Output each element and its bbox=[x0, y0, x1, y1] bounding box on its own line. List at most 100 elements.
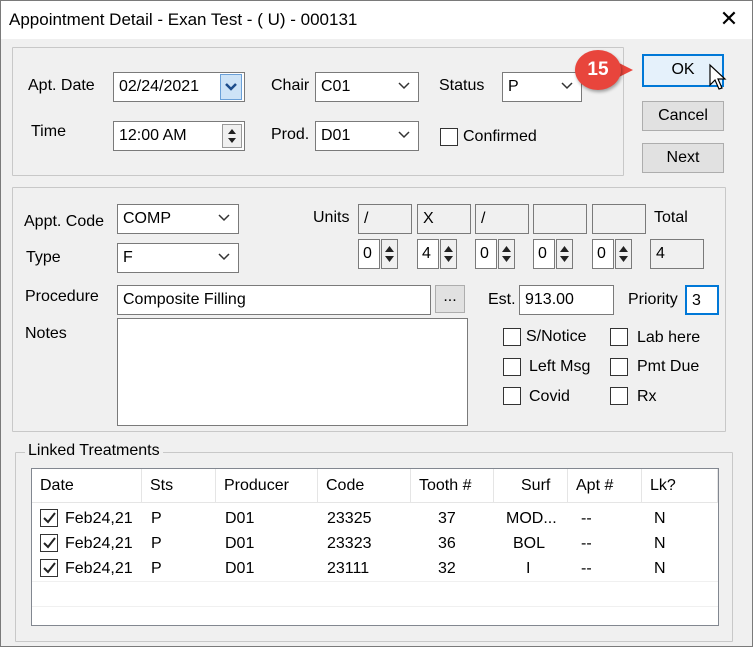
column-header-code[interactable]: Code bbox=[318, 469, 411, 503]
cell-code: 23111 bbox=[327, 560, 370, 577]
time-spin-field[interactable]: 12:00 AM bbox=[113, 121, 245, 151]
unit-value-1[interactable]: 0 bbox=[358, 239, 380, 269]
unit-header-1: / bbox=[358, 204, 412, 234]
chair-select[interactable]: C01 bbox=[315, 72, 419, 102]
total-label: Total bbox=[654, 209, 688, 226]
status-value: P bbox=[508, 78, 519, 95]
cell-surf: MOD... bbox=[506, 510, 557, 527]
column-header-sts[interactable]: Sts bbox=[142, 469, 216, 503]
pmt-due-checkbox[interactable] bbox=[610, 358, 628, 376]
status-select[interactable]: P bbox=[502, 72, 582, 102]
type-label: Type bbox=[26, 249, 61, 266]
notes-label: Notes bbox=[25, 325, 67, 342]
procedure-label: Procedure bbox=[25, 288, 99, 305]
close-icon[interactable]: ✕ bbox=[713, 5, 745, 35]
covid-checkbox[interactable] bbox=[503, 387, 521, 405]
unit-value-2[interactable]: 4 bbox=[417, 239, 439, 269]
s-notice-checkbox[interactable] bbox=[503, 328, 521, 346]
units-label: Units bbox=[313, 209, 350, 226]
column-header-surf[interactable]: Surf bbox=[494, 469, 568, 503]
unit-header-3: / bbox=[475, 204, 529, 234]
spin-arrows-icon[interactable] bbox=[440, 239, 457, 269]
producer-select[interactable]: D01 bbox=[315, 121, 419, 151]
notes-textarea[interactable] bbox=[117, 318, 468, 426]
next-button[interactable]: Next bbox=[642, 143, 724, 173]
cell-lk: N bbox=[654, 535, 666, 552]
apt-date-picker[interactable]: 02/24/2021 bbox=[113, 72, 245, 102]
chevron-down-icon bbox=[214, 206, 236, 232]
lab-here-checkbox[interactable] bbox=[610, 328, 628, 346]
column-header-lk[interactable]: Lk? bbox=[642, 469, 718, 503]
spin-arrows-icon[interactable] bbox=[615, 239, 632, 269]
status-label: Status bbox=[439, 77, 485, 94]
time-value: 12:00 AM bbox=[119, 127, 187, 144]
appt-code-label: Appt. Code bbox=[24, 213, 105, 230]
cell-surf: I bbox=[526, 560, 531, 577]
cell-tooth: 37 bbox=[438, 510, 456, 527]
column-header-tooth[interactable]: Tooth # bbox=[411, 469, 494, 503]
cell-producer: D01 bbox=[225, 560, 255, 577]
row-checkbox[interactable] bbox=[40, 534, 58, 552]
chevron-down-icon bbox=[214, 245, 236, 271]
column-header-apt[interactable]: Apt # bbox=[568, 469, 642, 503]
type-value: F bbox=[123, 249, 133, 266]
date-dropdown-button[interactable] bbox=[220, 74, 242, 100]
cell-lk: N bbox=[654, 560, 666, 577]
unit-header-5 bbox=[592, 204, 646, 234]
appointment-header-group bbox=[12, 47, 624, 176]
check-icon bbox=[43, 512, 56, 524]
units-total-value: 4 bbox=[650, 239, 704, 269]
mouse-cursor-icon bbox=[709, 63, 727, 90]
unit-value-5[interactable]: 0 bbox=[592, 239, 614, 269]
s-notice-label: S/Notice bbox=[526, 328, 587, 345]
cancel-button[interactable]: Cancel bbox=[642, 101, 724, 131]
row-checkbox[interactable] bbox=[40, 509, 58, 527]
cell-apt: -- bbox=[581, 510, 592, 527]
cell-date: Feb24,21 bbox=[65, 535, 133, 552]
column-header-date[interactable]: Date bbox=[32, 469, 142, 503]
priority-value: 3 bbox=[692, 292, 701, 309]
type-select[interactable]: F bbox=[117, 243, 239, 273]
priority-field[interactable]: 3 bbox=[685, 285, 719, 315]
check-icon bbox=[43, 537, 56, 549]
spin-arrows-icon[interactable] bbox=[556, 239, 573, 269]
column-header-producer[interactable]: Producer bbox=[216, 469, 318, 503]
empty-row bbox=[32, 606, 718, 625]
time-label: Time bbox=[31, 123, 66, 140]
producer-value: D01 bbox=[321, 127, 351, 144]
unit-value-4[interactable]: 0 bbox=[533, 239, 555, 269]
chair-label: Chair bbox=[271, 77, 310, 94]
table-row[interactable]: Feb24,21 P D01 23325 37 MOD... -- N bbox=[32, 506, 718, 531]
left-msg-checkbox[interactable] bbox=[503, 358, 521, 376]
cell-producer: D01 bbox=[225, 535, 255, 552]
procedure-browse-button[interactable]: ... bbox=[435, 285, 465, 313]
window-title: Appointment Detail - Exan Test - ( U) - … bbox=[9, 10, 358, 29]
spin-arrows-icon bbox=[228, 129, 236, 143]
cell-sts: P bbox=[151, 560, 162, 577]
row-checkbox[interactable] bbox=[40, 559, 58, 577]
table-row[interactable]: Feb24,21 P D01 23323 36 BOL -- N bbox=[32, 531, 718, 556]
chevron-down-icon bbox=[557, 74, 579, 100]
cell-producer: D01 bbox=[225, 510, 255, 527]
spin-arrows-icon[interactable] bbox=[498, 239, 515, 269]
chair-value: C01 bbox=[321, 78, 351, 95]
procedure-field[interactable]: Composite Filling bbox=[117, 285, 431, 315]
cell-lk: N bbox=[654, 510, 666, 527]
empty-row bbox=[32, 581, 718, 606]
cell-sts: P bbox=[151, 535, 162, 552]
covid-label: Covid bbox=[529, 388, 570, 405]
spin-arrows-icon[interactable] bbox=[381, 239, 398, 269]
estimate-field[interactable]: 913.00 bbox=[519, 285, 614, 315]
table-row[interactable]: Feb24,21 P D01 23111 32 I -- N bbox=[32, 556, 718, 581]
appt-code-select[interactable]: COMP bbox=[117, 204, 239, 234]
time-spinner[interactable] bbox=[222, 124, 242, 148]
cell-code: 23325 bbox=[327, 510, 372, 527]
rx-checkbox[interactable] bbox=[610, 387, 628, 405]
cell-surf: BOL bbox=[513, 535, 546, 552]
appt-code-value: COMP bbox=[123, 210, 171, 227]
confirmed-checkbox[interactable] bbox=[440, 128, 458, 146]
lab-here-label: Lab here bbox=[637, 329, 701, 346]
unit-header-4 bbox=[533, 204, 587, 234]
linked-treatments-table[interactable]: Date Sts Producer Code Tooth # Surf Apt … bbox=[31, 468, 719, 626]
unit-value-3[interactable]: 0 bbox=[475, 239, 497, 269]
